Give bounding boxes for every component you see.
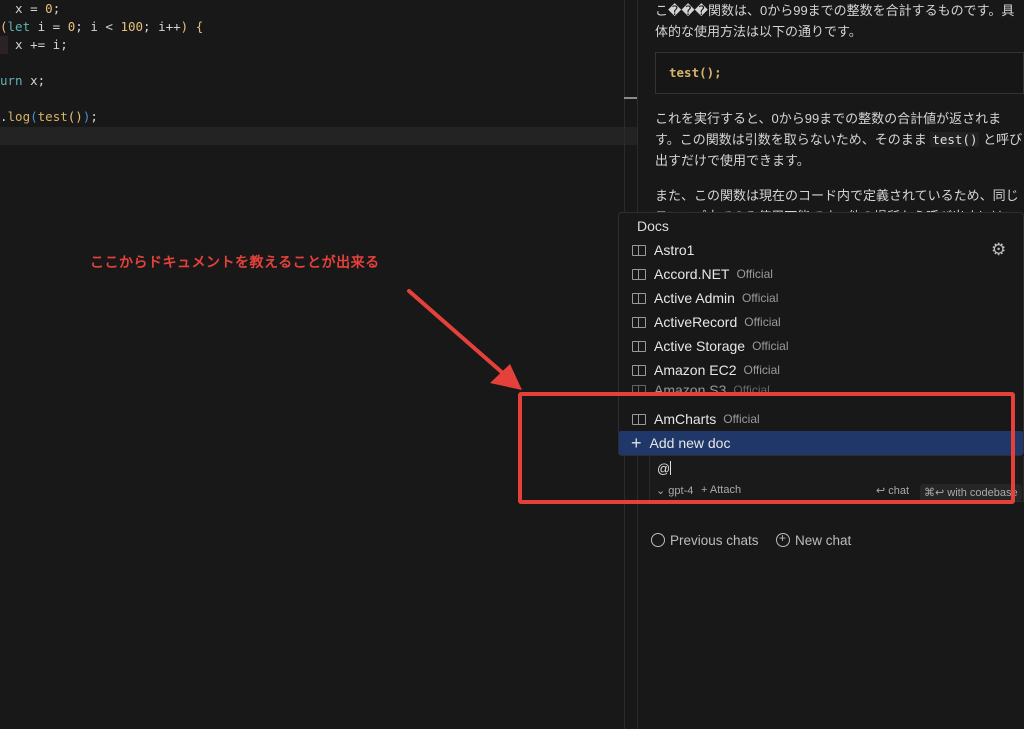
code-block-text: test(); xyxy=(669,65,722,80)
doc-item-active-admin[interactable]: Active Admin Official xyxy=(619,286,1023,310)
current-line-highlight xyxy=(0,127,637,145)
book-icon xyxy=(632,244,646,256)
code-line-7: .log(test()); xyxy=(0,109,98,124)
doc-name: Accord.NET xyxy=(654,266,730,282)
previous-chats-button[interactable]: Previous chats xyxy=(651,533,759,548)
code-editor[interactable]: x = 0; (let i = 0; i < 100; i++) { x += … xyxy=(0,0,637,729)
new-chat-button[interactable]: + New chat xyxy=(776,531,852,548)
code-line-1: x = 0; xyxy=(0,1,61,16)
official-tag: Official xyxy=(741,291,779,305)
chat-message-p2: これを実行すると、0から99までの整数の合計値が返されま す。この関数は引数を取… xyxy=(655,108,1024,171)
scrollbar-marker[interactable] xyxy=(624,97,637,99)
code-line-3: x += i; xyxy=(0,37,68,52)
chat-text-line: こ���関数は、0から99までの整数を合計するものです。具 xyxy=(655,3,1015,18)
code-block: test(); xyxy=(655,52,1024,94)
doc-item-amazon-ec2[interactable]: Amazon EC2 Official xyxy=(619,358,1023,382)
doc-item-active-storage[interactable]: Active Storage Official xyxy=(619,334,1023,358)
dropdown-header: Docs xyxy=(637,218,669,234)
chat-message-p1: こ���関数は、0から99までの整数を合計するものです。具 体的な使用方法は以下… xyxy=(655,0,1024,42)
official-tag: Official xyxy=(752,339,789,353)
chat-text-line: これを実行すると、0から99までの整数の合計値が返されま xyxy=(655,111,1002,126)
official-tag: Official xyxy=(736,267,773,281)
doc-name: Active Storage xyxy=(654,338,746,354)
chat-text-line: す。この関数は引数を取らないため、そのまま test() と呼び xyxy=(655,129,1024,150)
new-chat-label: New chat xyxy=(795,533,852,548)
code-line-5: urn x; xyxy=(0,73,46,88)
history-icon xyxy=(651,533,665,547)
book-icon xyxy=(632,340,646,352)
annotation-text: ここからドキュメントを教えることが出来る xyxy=(90,254,380,270)
doc-name: Amazon EC2 xyxy=(654,362,737,378)
doc-item-astro1[interactable]: Astro1 xyxy=(619,238,1023,262)
plus-circle-icon: + xyxy=(776,531,790,547)
doc-name: ActiveRecord xyxy=(654,314,738,330)
text-segment: と呼び xyxy=(979,132,1023,147)
doc-item-activerecord[interactable]: ActiveRecord Official xyxy=(619,310,1023,334)
book-icon xyxy=(632,268,646,280)
book-icon xyxy=(632,316,646,328)
book-icon xyxy=(632,364,646,376)
doc-name: Astro1 xyxy=(654,242,695,258)
inline-code: test() xyxy=(930,132,980,147)
previous-chats-label: Previous chats xyxy=(670,533,759,548)
doc-name: Active Admin xyxy=(654,290,735,306)
chat-text-line: 体的な使用方法は以下の通りです。 xyxy=(655,24,862,39)
official-tag: Official xyxy=(743,363,780,377)
book-icon xyxy=(632,292,646,304)
doc-item-accord-net[interactable]: Accord.NET Official xyxy=(619,262,1023,286)
official-tag: Official xyxy=(744,315,781,329)
chat-text-line: 出すだけで使用できます。 xyxy=(655,153,810,168)
chat-text-line: また、この関数は現在のコード内で定義されているため、同じ xyxy=(655,188,1019,203)
code-line-2: (let i = 0; i < 100; i++) { xyxy=(0,19,204,34)
annotation-highlight-box xyxy=(518,392,1015,504)
text-segment: す。この関数は引数を取らないため、そのまま xyxy=(655,132,931,147)
